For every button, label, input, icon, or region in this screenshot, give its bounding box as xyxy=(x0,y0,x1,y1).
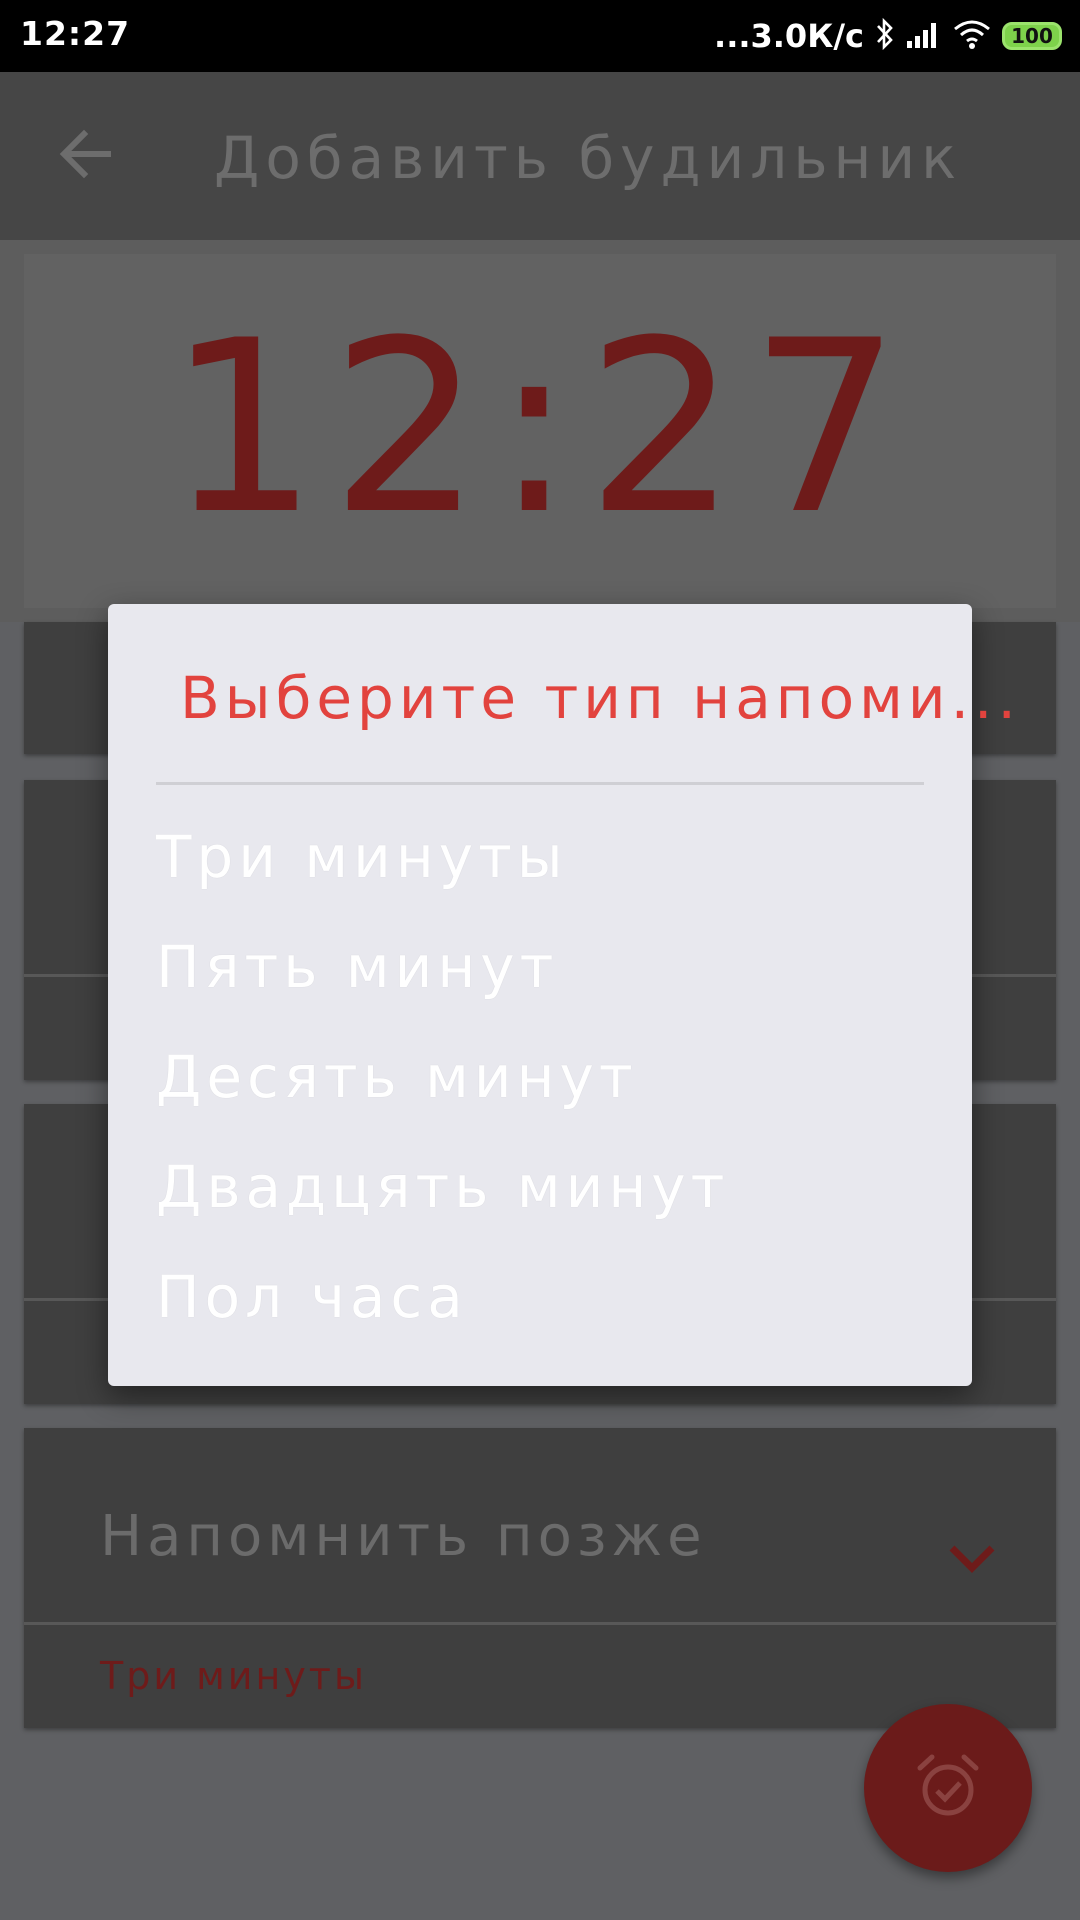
snooze-label: Напомнить позже xyxy=(100,1504,707,1569)
save-alarm-fab[interactable] xyxy=(864,1704,1032,1872)
signal-icon xyxy=(906,19,942,53)
back-arrow-icon[interactable] xyxy=(56,124,116,184)
option-five-minutes[interactable]: Пять минут xyxy=(156,912,924,1022)
time-picker-surface[interactable]: 12:27 xyxy=(24,254,1056,608)
snooze-field-card[interactable]: Напомнить позже Три минуты xyxy=(24,1428,1056,1728)
dialog-title: Выберите тип напоми... xyxy=(180,664,1021,732)
option-twenty-minutes[interactable]: Двадцять минут xyxy=(156,1132,924,1242)
app-bar: Добавить будильник xyxy=(0,72,1080,240)
bluetooth-icon xyxy=(874,17,896,55)
status-time: 12:27 xyxy=(20,14,131,53)
network-speed: ...3.0К/с xyxy=(714,17,864,55)
status-icons: ...3.0К/с 100 xyxy=(714,12,1062,60)
option-ten-minutes[interactable]: Десять минут xyxy=(156,1022,924,1132)
status-bar: 12:27 ...3.0К/с 100 xyxy=(0,0,1080,72)
dialog-divider xyxy=(156,782,924,785)
snooze-value: Три минуты xyxy=(100,1654,367,1698)
battery-indicator: 100 xyxy=(1002,22,1062,50)
alarm-time-display[interactable]: 12:27 xyxy=(24,294,1056,564)
time-card: 12:27 xyxy=(0,240,1080,622)
page-title: Добавить будильник xyxy=(214,124,963,192)
alarm-check-icon xyxy=(912,1750,984,1826)
wifi-icon xyxy=(952,18,992,54)
reminder-type-dialog: Выберите тип напоми... Три минуты Пять м… xyxy=(108,604,1021,1386)
field-separator xyxy=(24,1622,1056,1625)
option-three-minutes[interactable]: Три минуты xyxy=(156,802,924,912)
chevron-down-icon[interactable] xyxy=(944,1538,1000,1578)
option-half-hour[interactable]: Пол часа xyxy=(156,1242,924,1352)
